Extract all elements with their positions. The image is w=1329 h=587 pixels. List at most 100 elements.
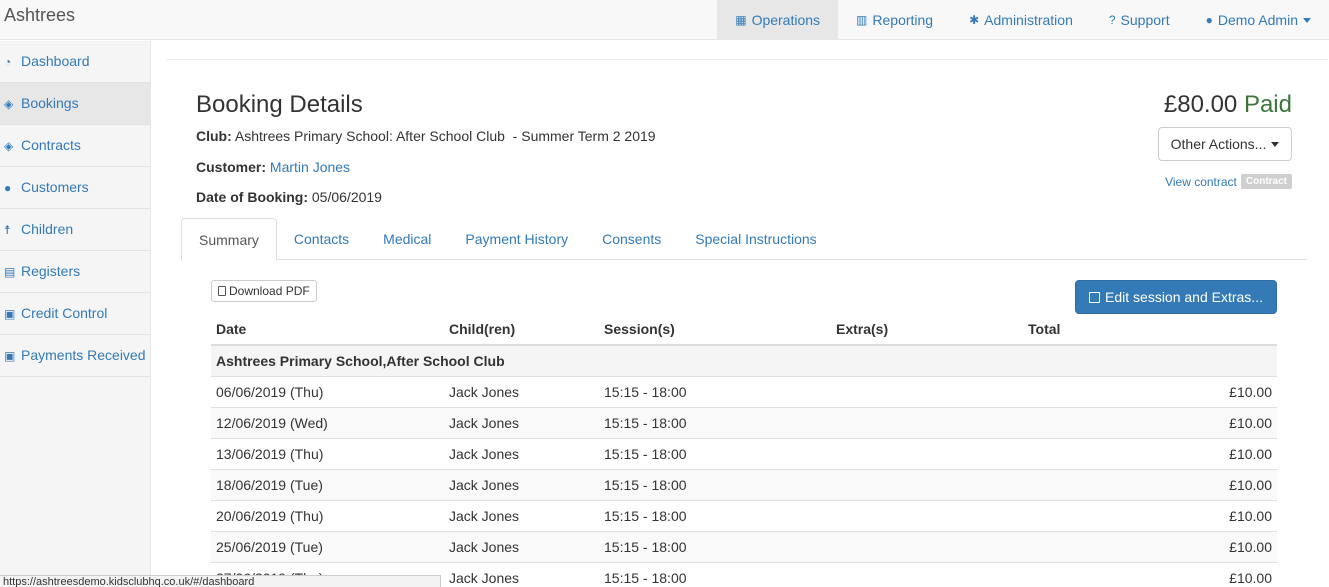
caret-down-icon — [1303, 17, 1311, 23]
cell-total: £10.00 — [1023, 437, 1277, 469]
table-group-row: Ashtrees Primary School,After School Clu… — [211, 344, 1277, 376]
cell-total: £10.00 — [1023, 375, 1277, 407]
cell-extras — [831, 561, 1023, 587]
dashboard-icon: ◔ — [4, 55, 12, 69]
nav-reporting-label: Reporting — [872, 12, 934, 28]
edit-session-button[interactable]: Edit session and Extras... — [1075, 280, 1277, 314]
download-pdf-button[interactable]: Download PDF — [211, 280, 317, 302]
customer-info: Customer: Martin Jones — [196, 159, 350, 175]
download-pdf-label: Download PDF — [229, 284, 310, 298]
tab-payment-history[interactable]: Payment History — [448, 218, 585, 260]
edit-session-label: Edit session and Extras... — [1105, 289, 1263, 305]
child-icon: ☨ — [4, 223, 11, 237]
tab-special-instructions[interactable]: Special Instructions — [678, 218, 833, 260]
booking-price: £80.00 Paid — [1164, 91, 1292, 119]
cell-child: Jack Jones — [444, 437, 599, 469]
sidebar-item-contracts[interactable]: ◈ Contracts — [0, 125, 150, 167]
cell-date: 13/06/2019 (Thu) — [211, 437, 444, 469]
user-icon: ● — [1205, 13, 1213, 27]
nav-administration-label: Administration — [984, 12, 1073, 28]
sidebar-item-label: Credit Control — [21, 305, 108, 321]
cell-date: 12/06/2019 (Wed) — [211, 406, 444, 438]
table-row: 18/06/2019 (Tue) Jack Jones 15:15 - 18:0… — [211, 468, 1277, 500]
cell-date: 06/06/2019 (Thu) — [211, 375, 444, 407]
cell-child: Jack Jones — [444, 406, 599, 438]
column-header-date: Date — [211, 314, 444, 346]
cell-extras — [831, 437, 1023, 469]
sidebar-item-bookings[interactable]: ◈ Bookings — [0, 83, 150, 125]
sidebar-item-customers[interactable]: ● Customers — [0, 167, 150, 209]
payment-status: Paid — [1243, 91, 1292, 118]
cell-session: 15:15 - 18:00 — [599, 530, 831, 562]
sidebar-item-payments-received[interactable]: ▣ Payments Received — [0, 335, 150, 377]
main-nav: ▦ Operations ▥ Reporting ✱ Administratio… — [717, 0, 1329, 40]
cell-child: Jack Jones — [444, 375, 599, 407]
tab-consents[interactable]: Consents — [585, 218, 678, 260]
browser-status-bar: https://ashtreesdemo.kidsclubhq.co.uk/#/… — [0, 575, 441, 587]
sidebar-item-dashboard[interactable]: ◔ Dashboard — [0, 41, 150, 83]
nav-reporting[interactable]: ▥ Reporting — [838, 0, 951, 40]
main-content: Booking Details Club: Ashtrees Primary S… — [151, 41, 1329, 587]
nav-operations-label: Operations — [751, 12, 821, 28]
cell-total: £10.00 — [1023, 468, 1277, 500]
tab-contacts[interactable]: Contacts — [277, 218, 366, 260]
cell-extras — [831, 530, 1023, 562]
table-row: 12/06/2019 (Wed) Jack Jones 15:15 - 18:0… — [211, 406, 1277, 438]
question-circle-icon: ? — [1108, 13, 1116, 27]
view-contract-link[interactable]: View contract — [1165, 175, 1237, 189]
club-label: Club: — [196, 128, 232, 144]
sidebar-item-label: Registers — [21, 263, 81, 279]
sidebar-item-credit-control[interactable]: ▣ Credit Control — [0, 293, 150, 335]
cell-session: 15:15 - 18:00 — [599, 437, 831, 469]
booking-date-label: Date of Booking: — [196, 189, 308, 205]
bar-chart-icon: ▥ — [856, 13, 868, 27]
cell-extras — [831, 406, 1023, 438]
nav-user-label: Demo Admin — [1217, 12, 1298, 28]
cell-date: 20/06/2019 (Thu) — [211, 499, 444, 531]
sidebar-item-children[interactable]: ☨ Children — [0, 209, 150, 251]
other-actions-button[interactable]: Other Actions... — [1158, 127, 1292, 161]
other-actions-label: Other Actions... — [1170, 136, 1267, 152]
brand-name[interactable]: Ashtrees — [4, 5, 75, 26]
tab-medical[interactable]: Medical — [366, 218, 448, 260]
cell-extras — [831, 375, 1023, 407]
page-title: Booking Details — [196, 91, 363, 118]
cell-date: 25/06/2019 (Tue) — [211, 530, 444, 562]
table-row: 06/06/2019 (Thu) Jack Jones 15:15 - 18:0… — [211, 375, 1277, 407]
cell-total: £10.00 — [1023, 406, 1277, 438]
nav-operations[interactable]: ▦ Operations — [717, 0, 839, 40]
grid-icon: ▦ — [735, 13, 747, 27]
table-icon: ▤ — [4, 265, 16, 279]
cell-child: Jack Jones — [444, 499, 599, 531]
tab-summary[interactable]: Summary — [181, 218, 277, 261]
nav-user-menu[interactable]: ● Demo Admin — [1188, 0, 1329, 40]
cell-session: 15:15 - 18:00 — [599, 375, 831, 407]
sidebar-item-label: Payments Received — [21, 347, 146, 363]
ticket-icon: ◈ — [4, 139, 14, 153]
sidebar-item-registers[interactable]: ▤ Registers — [0, 251, 150, 293]
price-amount: £80.00 — [1163, 91, 1238, 118]
sidebar-item-label: Customers — [21, 179, 89, 195]
ticket-icon: ◈ — [4, 97, 14, 111]
cell-child: Jack Jones — [444, 561, 599, 587]
group-label: Ashtrees Primary School,After School Clu… — [211, 344, 1277, 376]
customer-label: Customer: — [196, 159, 267, 175]
nav-support-label: Support — [1120, 12, 1170, 28]
table-row: 13/06/2019 (Thu) Jack Jones 15:15 - 18:0… — [211, 437, 1277, 469]
nav-support[interactable]: ? Support — [1091, 0, 1188, 40]
divider — [166, 59, 1328, 60]
sidebar-item-label: Contracts — [21, 137, 81, 153]
caret-down-icon — [1271, 141, 1280, 147]
cell-child: Jack Jones — [444, 468, 599, 500]
cell-extras — [831, 468, 1023, 500]
nav-administration[interactable]: ✱ Administration — [951, 0, 1091, 40]
contract-link-row: View contract Contract — [1165, 174, 1292, 189]
cell-extras — [831, 499, 1023, 531]
cell-total: £10.00 — [1023, 530, 1277, 562]
customer-link[interactable]: Martin Jones — [270, 159, 350, 175]
cell-session: 15:15 - 18:00 — [599, 561, 831, 587]
club-value: Ashtrees Primary School: After School Cl… — [234, 128, 656, 144]
edit-icon — [1089, 291, 1101, 303]
top-navbar: Ashtrees ▦ Operations ▥ Reporting ✱ Admi… — [0, 0, 1329, 40]
file-pdf-icon — [218, 286, 226, 296]
